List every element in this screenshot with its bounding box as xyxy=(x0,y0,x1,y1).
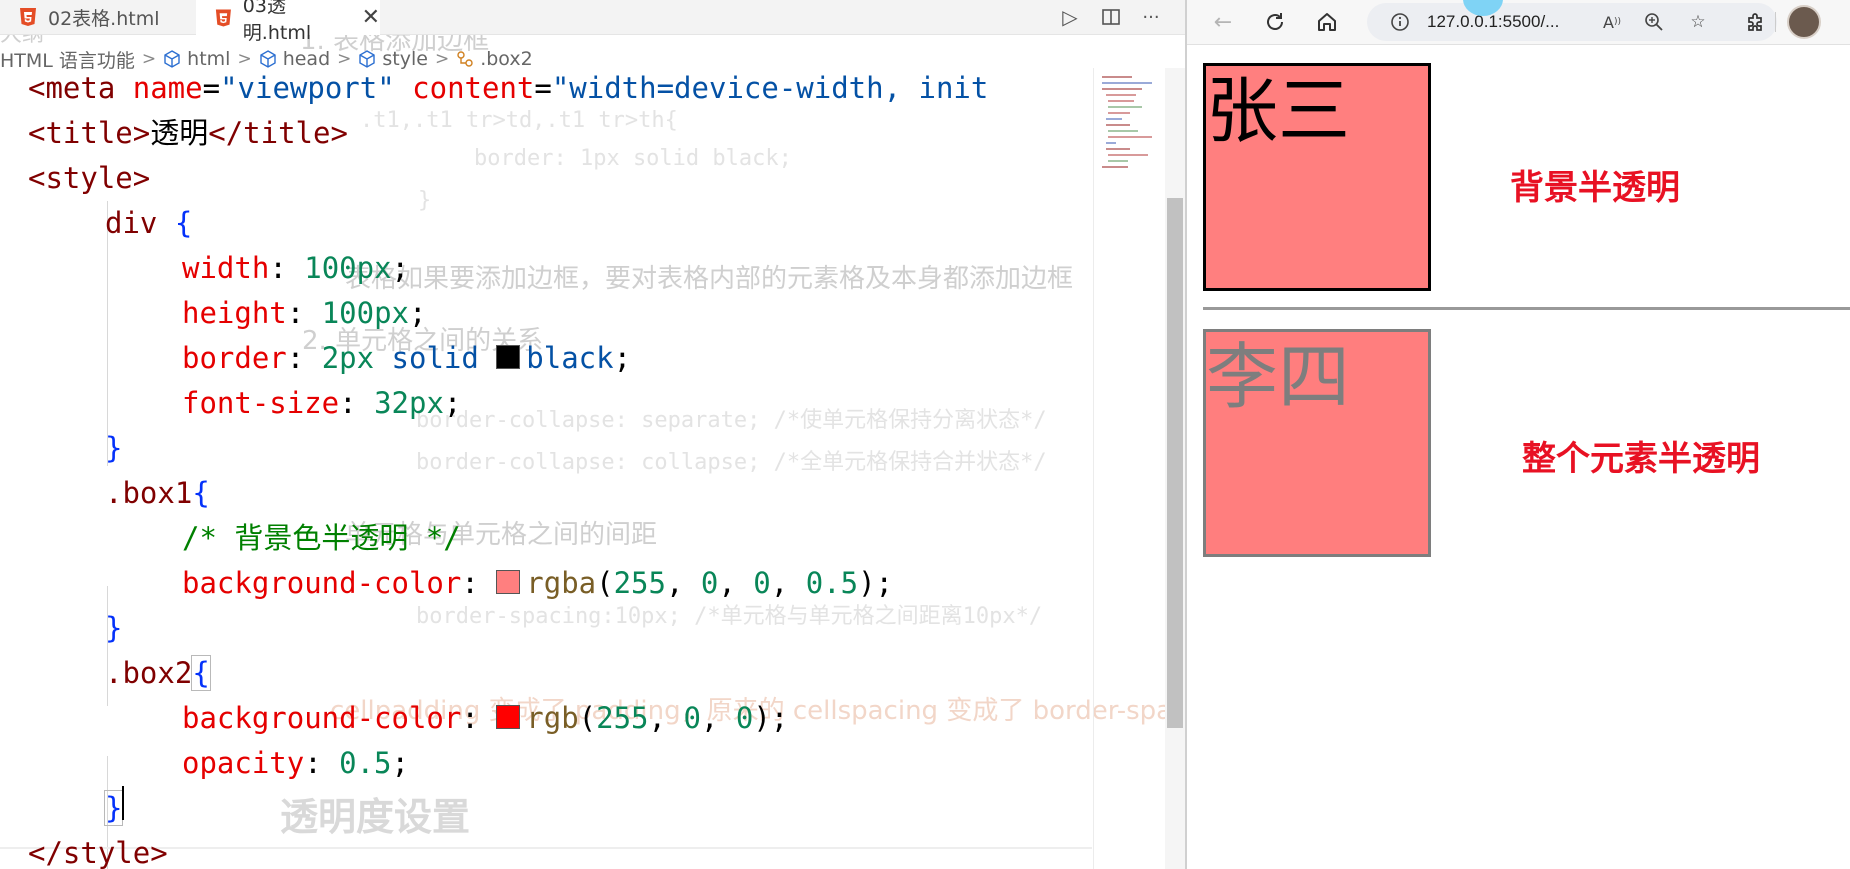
code-line-7: border: 2px solid black; xyxy=(182,341,632,375)
code-line-15: background-color: rgb(255, 0, 0); xyxy=(182,701,789,735)
code-line-17: } xyxy=(103,790,124,826)
tab-label: 03透明.html xyxy=(242,0,312,44)
box2-text: 李四 xyxy=(1206,335,1351,419)
note-element-translucent: 整个元素半透明 xyxy=(1522,439,1760,479)
back-icon[interactable]: ← xyxy=(1207,6,1239,38)
box2-translucent-element: 李四 xyxy=(1203,329,1431,557)
avatar[interactable] xyxy=(1787,5,1821,39)
box1-translucent-background: 张三 xyxy=(1203,63,1431,291)
code-line-5: width: 100px; xyxy=(182,251,410,285)
note-background-translucent: 背景半透明 xyxy=(1510,168,1680,208)
code-line-2: <title>透明</title> xyxy=(28,116,348,150)
code-line-11: /* 背景色半透明 */ xyxy=(182,521,461,555)
color-swatch-rgba[interactable] xyxy=(496,570,521,594)
code-line-4: div { xyxy=(105,206,193,240)
tab-label: 02表格.html xyxy=(48,7,160,30)
play-icon[interactable]: ▷ xyxy=(1057,4,1083,30)
scrollbar-thumb[interactable] xyxy=(1167,198,1183,728)
code-line-18: </style> xyxy=(28,836,168,869)
html5-icon xyxy=(20,8,36,26)
info-icon[interactable] xyxy=(1387,9,1413,35)
code-line-13: } xyxy=(105,611,123,645)
home-icon[interactable] xyxy=(1311,6,1343,38)
code-line-1: <meta name="viewport" content="width=dev… xyxy=(28,71,989,105)
read-aloud-icon[interactable]: A)) xyxy=(1599,9,1625,35)
close-icon[interactable]: ✕ xyxy=(362,5,380,30)
browser-toolbar: ← 127.0.0.1:5500/... A)) ☆ xyxy=(1187,0,1850,45)
more-actions-icon[interactable]: ··· xyxy=(1138,4,1164,30)
code-line-16: opacity: 0.5; xyxy=(182,746,409,780)
tab-02-table[interactable]: 02表格.html xyxy=(18,0,160,34)
editor-scrollbar[interactable] xyxy=(1165,68,1185,869)
code-line-14: .box2{ xyxy=(105,655,211,691)
code-line-6: height: 100px; xyxy=(182,296,427,330)
zoom-icon[interactable] xyxy=(1641,9,1667,35)
tab-03-transparent[interactable]: 03透明.html ✕ xyxy=(196,0,380,44)
horizontal-rule xyxy=(1203,307,1850,310)
editor-tab-bar: 02表格.html 03透明.html ✕ ▷ ··· xyxy=(0,0,1185,44)
code-line-3: <style> xyxy=(28,161,151,195)
code-editor: 大纲 1. 表格添加边框 .t1,.t1 tr>td,.t1 tr>th{ bo… xyxy=(0,0,1185,869)
box1-text: 张三 xyxy=(1206,69,1351,153)
split-editor-icon[interactable] xyxy=(1098,4,1124,30)
favorites-icon[interactable]: ☆ xyxy=(1685,9,1711,35)
html5-icon xyxy=(215,9,231,26)
minimap[interactable] xyxy=(1093,68,1166,869)
code-line-8: font-size: 32px; xyxy=(182,386,462,420)
refresh-icon[interactable] xyxy=(1259,6,1291,38)
code-line-9: } xyxy=(105,431,123,465)
text-cursor xyxy=(122,786,124,820)
toolbar-divider xyxy=(1775,12,1776,32)
code-line-12: background-color: rgba(255, 0, 0, 0.5); xyxy=(182,566,893,600)
code-line-10: .box1{ xyxy=(105,476,210,510)
code-area[interactable]: <meta name="viewport" content="width=dev… xyxy=(0,66,1092,869)
color-swatch-rgb[interactable] xyxy=(496,705,521,729)
color-swatch-black[interactable] xyxy=(496,345,521,369)
address-bar[interactable]: 127.0.0.1:5500/... A)) ☆ xyxy=(1367,3,1777,41)
extensions-icon[interactable] xyxy=(1739,6,1771,38)
browser-preview: ← 127.0.0.1:5500/... A)) ☆ 张三 李四 背景半透明 整… xyxy=(1187,0,1850,869)
